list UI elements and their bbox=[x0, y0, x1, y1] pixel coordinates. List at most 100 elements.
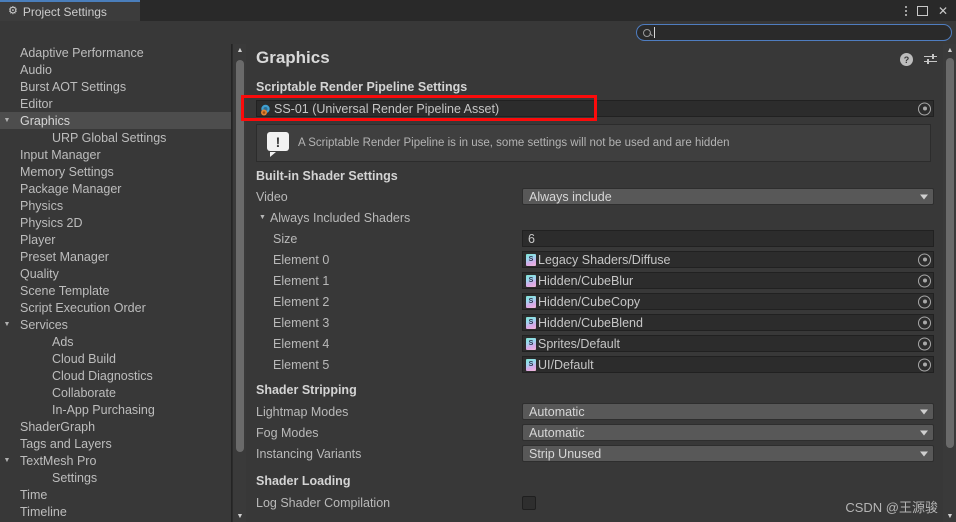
sidebar-item-label: Quality bbox=[20, 266, 59, 281]
object-picker-icon[interactable] bbox=[918, 316, 931, 329]
scroll-up-icon[interactable]: ▲ bbox=[943, 44, 956, 56]
sidebar-item-label: Memory Settings bbox=[20, 164, 114, 179]
video-dropdown[interactable]: Always include bbox=[522, 188, 934, 205]
sidebar-item-label: Audio bbox=[20, 62, 52, 77]
shader-element-label: Element 4 bbox=[273, 336, 330, 351]
shader-element-label: Element 3 bbox=[273, 315, 330, 330]
shader-element-field[interactable]: S Hidden/CubeBlur bbox=[522, 272, 934, 289]
sidebar-item-cloud-build[interactable]: Cloud Build bbox=[0, 350, 231, 367]
sidebar-item-tags-and-layers[interactable]: Tags and Layers bbox=[0, 435, 231, 452]
tab-project-settings[interactable]: ⚙ Project Settings bbox=[0, 0, 140, 21]
shader-element-row: Element 3 S Hidden/CubeBlend bbox=[247, 312, 938, 333]
shader-stripping-dropdown[interactable]: Automatic bbox=[522, 403, 934, 420]
shader-element-value: Legacy Shaders/Diffuse bbox=[538, 252, 671, 267]
sidebar-item-cloud-diagnostics[interactable]: Cloud Diagnostics bbox=[0, 367, 231, 384]
sidebar-item-label: Cloud Build bbox=[52, 351, 116, 366]
always-included-shaders-foldout[interactable]: ▼ Always Included Shaders bbox=[247, 207, 938, 228]
shader-element-label: Element 2 bbox=[273, 294, 330, 309]
scroll-down-icon[interactable]: ▼ bbox=[943, 510, 956, 522]
main-scrollbar[interactable]: ▲ ▼ bbox=[943, 44, 956, 522]
chevron-down-icon bbox=[920, 451, 928, 456]
srp-asset-field[interactable]: SS-01 (Universal Render Pipeline Asset) bbox=[256, 100, 934, 117]
shader-stripping-dropdown[interactable]: Strip Unused bbox=[522, 445, 934, 462]
shader-element-value: Hidden/CubeBlend bbox=[538, 315, 643, 330]
object-picker-icon[interactable] bbox=[918, 295, 931, 308]
shader-element-value: Hidden/CubeCopy bbox=[538, 294, 641, 309]
always-included-label-wrap: ▼ Always Included Shaders bbox=[247, 211, 522, 225]
sidebar-item-physics[interactable]: Physics bbox=[0, 197, 231, 214]
close-icon[interactable]: ✕ bbox=[938, 5, 948, 17]
shader-element-field[interactable]: S UI/Default bbox=[522, 356, 934, 373]
help-icon[interactable]: ? bbox=[900, 53, 913, 66]
settings-sidebar[interactable]: Adaptive Performance Audio Burst AOT Setti… bbox=[0, 44, 232, 522]
object-picker-icon[interactable] bbox=[918, 274, 931, 287]
shader-asset-icon: S bbox=[526, 358, 536, 371]
object-picker-icon[interactable] bbox=[918, 358, 931, 371]
chevron-down-icon[interactable]: ▼ bbox=[0, 457, 14, 464]
maximize-icon[interactable] bbox=[916, 5, 928, 16]
gear-icon: ⚙ bbox=[8, 5, 18, 17]
shader-stripping-row: Fog Modes Automatic bbox=[247, 422, 938, 443]
sidebar-item-ads[interactable]: Ads bbox=[0, 333, 231, 350]
object-picker-icon[interactable] bbox=[918, 337, 931, 350]
size-input[interactable]: 6 bbox=[522, 230, 934, 247]
window-kebab-menu-icon[interactable] bbox=[904, 5, 907, 16]
sidebar-item-quality[interactable]: Quality bbox=[0, 265, 231, 282]
scroll-down-icon[interactable]: ▼ bbox=[233, 510, 247, 522]
sidebar-item-label: Scene Template bbox=[20, 283, 110, 298]
sidebar-item-collaborate[interactable]: Collaborate bbox=[0, 384, 231, 401]
sidebar-item-memory-settings[interactable]: Memory Settings bbox=[0, 163, 231, 180]
chevron-down-icon[interactable]: ▼ bbox=[0, 321, 14, 328]
shader-element-field[interactable]: S Sprites/Default bbox=[522, 335, 934, 352]
scroll-up-icon[interactable]: ▲ bbox=[233, 44, 247, 56]
sidebar-item-package-manager[interactable]: Package Manager bbox=[0, 180, 231, 197]
sidebar-scroll-thumb[interactable] bbox=[236, 60, 244, 452]
main-scroll-thumb[interactable] bbox=[946, 58, 954, 448]
shader-element-field[interactable]: S Hidden/CubeBlend bbox=[522, 314, 934, 331]
object-picker-icon[interactable] bbox=[918, 102, 931, 115]
shader-stripping-dropdown[interactable]: Automatic bbox=[522, 424, 934, 441]
object-picker-icon[interactable] bbox=[918, 253, 931, 266]
chevron-down-icon[interactable]: ▼ bbox=[0, 117, 14, 124]
sidebar-item-label: Script Execution Order bbox=[20, 300, 146, 315]
sidebar-item-settings[interactable]: Settings bbox=[0, 469, 231, 486]
sidebar-item-preset-manager[interactable]: Preset Manager bbox=[0, 248, 231, 265]
sidebar-item-services[interactable]: ▼ Services bbox=[0, 316, 231, 333]
sidebar-item-shadergraph[interactable]: ShaderGraph bbox=[0, 418, 231, 435]
shader-element-field[interactable]: S Hidden/CubeCopy bbox=[522, 293, 934, 310]
sidebar-item-adaptive-performance[interactable]: Adaptive Performance bbox=[0, 44, 231, 61]
sidebar-item-label: Package Manager bbox=[20, 181, 122, 196]
chevron-down-icon[interactable]: ▼ bbox=[259, 214, 266, 221]
shader-element-row: Element 4 S Sprites/Default bbox=[247, 333, 938, 354]
tab-label: Project Settings bbox=[22, 4, 107, 19]
shader-element-value: Hidden/CubeBlur bbox=[538, 273, 634, 288]
sidebar-item-audio[interactable]: Audio bbox=[0, 61, 231, 78]
sidebar-item-scene-template[interactable]: Scene Template bbox=[0, 282, 231, 299]
sidebar-item-textmesh-pro[interactable]: ▼ TextMesh Pro bbox=[0, 452, 231, 469]
sidebar-item-burst-aot-settings[interactable]: Burst AOT Settings bbox=[0, 78, 231, 95]
sidebar-item-input-manager[interactable]: Input Manager bbox=[0, 146, 231, 163]
shader-element-field[interactable]: S Legacy Shaders/Diffuse bbox=[522, 251, 934, 268]
sidebar-item-time[interactable]: Time bbox=[0, 486, 231, 503]
shader-stripping-row: Instancing Variants Strip Unused bbox=[247, 443, 938, 464]
sidebar-item-graphics[interactable]: ▼ Graphics bbox=[0, 112, 231, 129]
sidebar-item-physics-2d[interactable]: Physics 2D bbox=[0, 214, 231, 231]
sidebar-item-script-execution-order[interactable]: Script Execution Order bbox=[0, 299, 231, 316]
helpbox-text: A Scriptable Render Pipeline is in use, … bbox=[298, 137, 730, 149]
sidebar-item-label: Player bbox=[20, 232, 56, 247]
sidebar-item-in-app-purchasing[interactable]: In-App Purchasing bbox=[0, 401, 231, 418]
sidebar-item-label: Burst AOT Settings bbox=[20, 79, 127, 94]
log-shader-compilation-checkbox[interactable] bbox=[522, 495, 536, 510]
chevron-down-icon bbox=[920, 430, 928, 435]
sidebar-item-timeline[interactable]: Timeline bbox=[0, 503, 231, 520]
sidebar-item-editor[interactable]: Editor bbox=[0, 95, 231, 112]
shader-stripping-value: Automatic bbox=[529, 425, 585, 440]
search-input[interactable] bbox=[636, 24, 952, 41]
text-caret bbox=[654, 27, 655, 38]
settings-sliders-icon[interactable] bbox=[924, 53, 937, 66]
shader-element-row: Element 0 S Legacy Shaders/Diffuse bbox=[247, 249, 938, 270]
sidebar-item-urp-global-settings[interactable]: URP Global Settings bbox=[0, 129, 231, 146]
sidebar-scrollbar[interactable]: ▲ ▼ bbox=[232, 44, 246, 522]
sidebar-item-player[interactable]: Player bbox=[0, 231, 231, 248]
shader-element-label: Element 5 bbox=[273, 357, 330, 372]
